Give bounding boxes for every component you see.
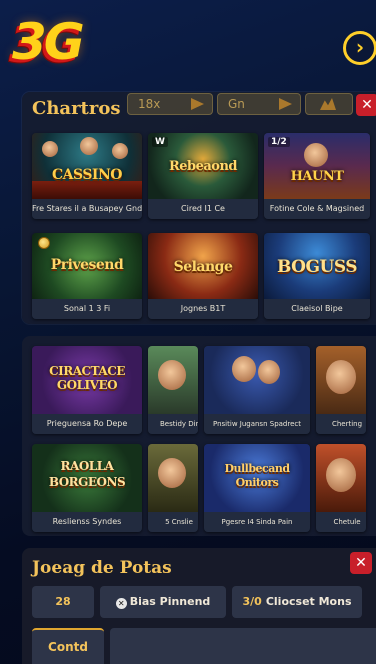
- game-tile[interactable]: Cherting: [316, 346, 366, 434]
- game-art: [316, 346, 366, 414]
- game-caption: Fotine Cole & Magsined: [264, 199, 370, 219]
- game-caption: Claeisol Bipe: [264, 299, 370, 319]
- game-art: Privesend: [32, 233, 142, 299]
- play-icon: [279, 98, 292, 110]
- character-image: [80, 137, 98, 155]
- filter-pill-1[interactable]: 18x: [127, 93, 213, 115]
- close-circle-icon: ✕: [115, 598, 127, 609]
- game-art: [148, 444, 198, 512]
- game-tile[interactable]: Dullbecand Onitors Pgesre I4 Sinda Pain: [204, 444, 310, 532]
- game-caption: Jognes B1T: [148, 299, 258, 319]
- confirm-button[interactable]: Contd: [32, 628, 104, 664]
- game-tile[interactable]: Chetule: [316, 444, 366, 532]
- app-logo[interactable]: 3G: [12, 10, 85, 74]
- game-art: [316, 444, 366, 512]
- game-tile[interactable]: Selange Jognes B1T: [148, 233, 258, 319]
- game-tile[interactable]: Bestidy Dinue: [148, 346, 198, 434]
- game-tile[interactable]: W Rebeaond Cired I1 Ce: [148, 133, 258, 219]
- coin-icon: [38, 237, 50, 249]
- game-title: RAOLLA BORGEONS: [48, 459, 126, 489]
- character-image: [232, 356, 256, 382]
- game-tile[interactable]: Privesend Sonal 1 3 Fi: [32, 233, 142, 319]
- character-image: [326, 458, 356, 492]
- bet-option-prefix: 3/0: [242, 595, 262, 608]
- mountain-icon: [320, 98, 336, 110]
- game-tile[interactable]: CIRACTACE GOLIVEO Prieguensa Ro Depe: [32, 346, 142, 434]
- game-caption: Cired I1 Ce: [148, 199, 258, 219]
- bet-panel: Joeag de Potas ✕ 28 ✕ Bias Pinnend 3/0 Cli…: [22, 548, 376, 664]
- game-title: CIRACTACE GOLIVEO: [49, 364, 125, 392]
- filter-pill-3[interactable]: [305, 93, 353, 115]
- game-caption: Sonal 1 3 Fi: [32, 299, 142, 319]
- bet-option-label: Bias Pinnend: [129, 595, 211, 608]
- filter-label: Gn: [228, 97, 245, 111]
- game-tile[interactable]: BOGUSS Claeisol Bipe: [264, 233, 370, 319]
- game-title: HAUNT: [290, 169, 344, 184]
- game-art: Selange: [148, 233, 258, 299]
- game-art: [148, 346, 198, 414]
- game-art: RAOLLA BORGEONS: [32, 444, 142, 512]
- game-caption: Cherting: [316, 414, 366, 434]
- game-badge: W: [152, 137, 168, 147]
- character-image: [258, 360, 280, 384]
- character-image: [112, 143, 128, 159]
- game-tile[interactable]: CASSINO Fre Stares il a Busapey Gnd: [32, 133, 142, 219]
- game-badge: 1/2: [268, 137, 290, 147]
- character-image: [158, 360, 186, 390]
- game-tile[interactable]: 1/2 HAUNT Fotine Cole & Magsined: [264, 133, 370, 219]
- game-title: Privesend: [50, 257, 124, 273]
- character-image: [42, 141, 58, 157]
- panel-title: Chartros: [32, 98, 121, 119]
- character-image: [304, 143, 328, 167]
- game-tile[interactable]: RAOLLA BORGEONS Reslienss Syndes: [32, 444, 142, 532]
- game-art: W Rebeaond: [148, 133, 258, 199]
- character-image: [158, 458, 186, 488]
- bet-option-label: Cliocset Mons: [265, 595, 352, 608]
- amount-input[interactable]: [110, 628, 376, 664]
- filter-pill-2[interactable]: Gn: [217, 93, 301, 115]
- game-caption: Pgesre I4 Sinda Pain: [204, 512, 310, 532]
- filter-label: 18x: [138, 97, 161, 111]
- game-caption: Reslienss Syndes: [32, 512, 142, 532]
- game-caption: Pnsitiw Jugansn Spadrect: [204, 414, 310, 434]
- game-art: 1/2 HAUNT: [264, 133, 370, 199]
- game-tile[interactable]: Pnsitiw Jugansn Spadrect: [204, 346, 310, 434]
- character-image: [326, 360, 356, 394]
- game-title: Selange: [173, 259, 233, 275]
- bet-option[interactable]: ✕ Bias Pinnend: [100, 586, 226, 618]
- game-caption: Chetule: [316, 512, 366, 532]
- close-icon[interactable]: ✕: [356, 94, 376, 116]
- game-title: BOGUSS: [276, 257, 358, 277]
- game-tile[interactable]: 5 Cnslie: [148, 444, 198, 532]
- game-art: [204, 346, 310, 414]
- games-panel: Chartros 18x Gn ✕ CASSINO Fre Stares il …: [22, 92, 376, 324]
- game-art: BOGUSS: [264, 233, 370, 299]
- games-panel-2: CIRACTACE GOLIVEO Prieguensa Ro Depe Bes…: [22, 336, 376, 536]
- game-title: CASSINO: [52, 167, 122, 183]
- bet-option[interactable]: 28: [32, 586, 94, 618]
- game-caption: Fre Stares il a Busapey Gnd: [32, 199, 142, 219]
- chevron-right-icon[interactable]: ›: [343, 31, 376, 65]
- close-icon[interactable]: ✕: [350, 552, 372, 574]
- top-bar: 3G ›: [0, 0, 376, 90]
- game-caption: 5 Cnslie: [148, 512, 198, 532]
- game-art: Dullbecand Onitors: [204, 444, 310, 512]
- game-art: CASSINO: [32, 133, 142, 199]
- bet-panel-title: Joeag de Potas: [32, 558, 172, 578]
- bet-option[interactable]: 3/0 Cliocset Mons: [232, 586, 362, 618]
- game-title: Rebeaond: [168, 159, 238, 174]
- game-art: CIRACTACE GOLIVEO: [32, 346, 142, 414]
- bet-option-label: 28: [55, 595, 71, 608]
- game-caption: Prieguensa Ro Depe: [32, 414, 142, 434]
- play-icon: [191, 98, 204, 110]
- game-title: Dullbecand Onitors: [224, 462, 290, 489]
- game-caption: Bestidy Dinue: [148, 414, 198, 434]
